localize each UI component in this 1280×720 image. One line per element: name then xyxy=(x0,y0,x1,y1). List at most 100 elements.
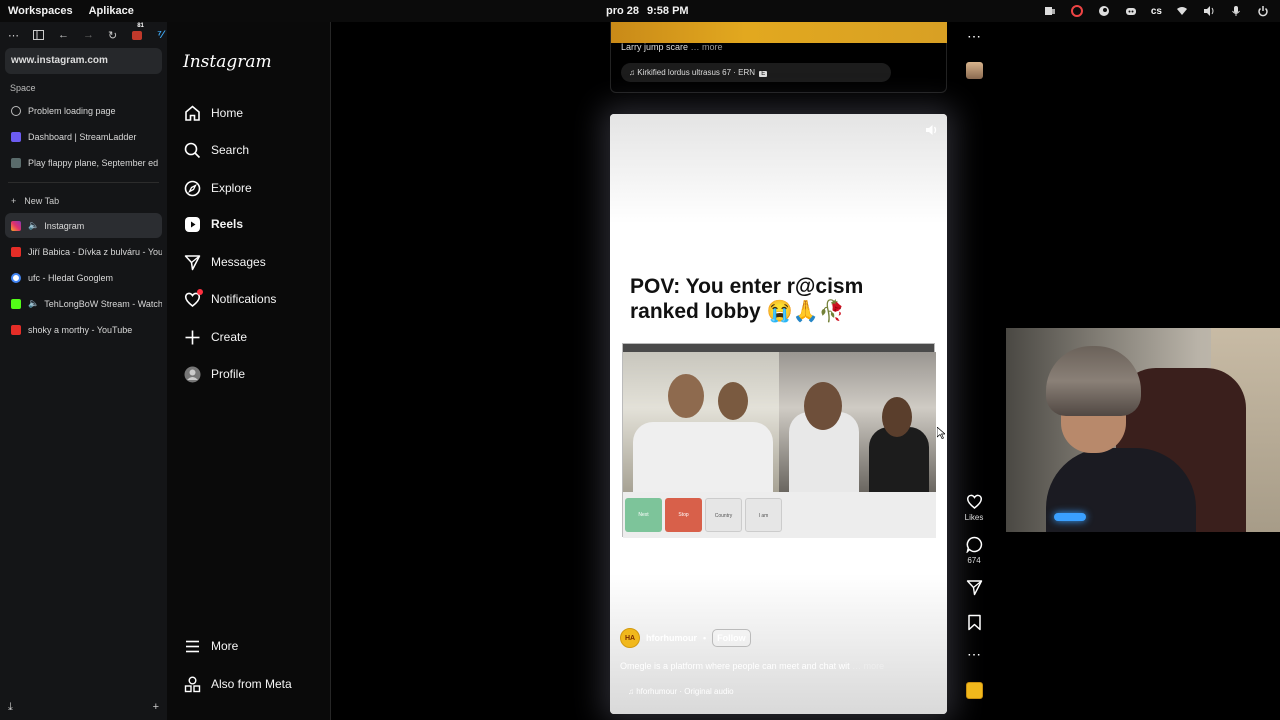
audio-thumbnail[interactable] xyxy=(966,682,983,699)
tab-google[interactable]: ufc - Hledat Googlem xyxy=(5,265,162,290)
forward-icon[interactable]: → xyxy=(83,29,94,41)
share-action[interactable] xyxy=(961,579,987,599)
steam-icon[interactable] xyxy=(1097,3,1111,19)
nav-create[interactable]: Create xyxy=(183,326,247,348)
pinned-tab[interactable]: Dashboard | StreamLadder xyxy=(5,124,162,149)
current-reel[interactable]: POV: You enter r@cism ranked lobby 😭🙏🥀 N… xyxy=(610,114,947,714)
nav-home[interactable]: Home xyxy=(183,102,243,124)
nav-label: Profile xyxy=(211,367,246,381)
url-bar[interactable]: www.instagram.com xyxy=(5,48,162,74)
speaker-icon[interactable]: 🔈 xyxy=(28,220,39,231)
tab-title: Jiří Babica - Dívka z bulváru - You xyxy=(28,246,162,257)
description-more-link[interactable]: … more xyxy=(852,661,884,671)
nav-notifications[interactable]: Notifications xyxy=(183,288,276,310)
back-icon[interactable]: ← xyxy=(58,29,69,41)
sidebar-footer: ⤓ + xyxy=(8,701,159,714)
workspaces-menu[interactable]: Workspaces xyxy=(8,5,73,17)
instagram-nav: Instagram Home Search Explore Reels Mess… xyxy=(167,22,331,720)
share-icon xyxy=(966,580,982,596)
volume-icon[interactable] xyxy=(1202,3,1216,19)
instagram-logo[interactable]: Instagram xyxy=(183,52,272,72)
previous-reel-audio[interactable]: ♫ Kirkified lordus ultrasus 67 · ERN E xyxy=(621,63,891,82)
caption-text: Larry jump scare xyxy=(621,42,689,52)
reel-audio[interactable]: ♫ hforhumour · Original audio xyxy=(628,687,734,696)
comments-count: 674 xyxy=(967,556,981,565)
caption-more-link[interactable]: … more xyxy=(691,42,723,52)
nav-search[interactable]: Search xyxy=(183,139,249,161)
comment-action[interactable]: 674 xyxy=(961,536,987,565)
tab-kick[interactable]: 🔈 TehLongBoW Stream - Watch xyxy=(5,291,162,316)
previous-reel[interactable]: Larry jump scare … more ♫ Kirkified lord… xyxy=(610,22,947,93)
clock[interactable]: pro 28 9:58 PM xyxy=(606,5,689,17)
tab-title: Instagram xyxy=(44,220,85,231)
clip-iam-button: I am xyxy=(745,498,782,532)
previous-reel-caption[interactable]: Larry jump scare … more xyxy=(621,42,723,52)
audio-label: Kirkified lordus ultrasus 67 · ERN xyxy=(637,68,756,77)
tab-youtube[interactable]: shoky a morthy - YouTube xyxy=(5,317,162,342)
home-icon xyxy=(183,104,201,122)
nav-profile[interactable]: Profile xyxy=(183,363,245,385)
like-action[interactable]: Likes xyxy=(961,493,987,522)
music-note-icon: ♫ xyxy=(629,68,638,77)
nav-also-from-meta[interactable]: Also from Meta xyxy=(183,673,292,695)
more-options-icon[interactable]: ⋯ xyxy=(967,28,981,45)
extension-icon[interactable]: ⁷⁄ xyxy=(157,29,163,41)
nav-messages[interactable]: Messages xyxy=(183,251,266,273)
opera-icon[interactable] xyxy=(1070,3,1084,19)
nav-label: Search xyxy=(211,143,250,157)
tab-instagram[interactable]: 🔈 Instagram xyxy=(5,213,162,238)
webcam-overlay xyxy=(1006,328,1280,532)
speaker-icon[interactable]: 🔈 xyxy=(28,298,39,309)
download-icon[interactable]: ⤓ xyxy=(8,701,13,714)
sidebar-toggle-icon[interactable] xyxy=(33,29,44,41)
reel-description[interactable]: Omegle is a platform where people can me… xyxy=(620,661,884,671)
youtube-icon xyxy=(11,246,21,257)
plus-icon: + xyxy=(11,196,17,206)
save-action[interactable] xyxy=(961,614,987,634)
previous-reel-video[interactable] xyxy=(611,22,947,43)
music-note-icon: ♫ xyxy=(628,687,637,696)
audio-thumbnail[interactable] xyxy=(966,62,983,79)
info-icon xyxy=(11,105,21,116)
tab-title: Dashboard | StreamLadder xyxy=(28,131,137,142)
author-username[interactable]: hforhumour xyxy=(646,633,697,643)
reel-top-shade xyxy=(610,114,947,224)
follow-button[interactable]: Follow xyxy=(712,629,751,647)
reel-video-clip[interactable]: Next Stop Country I am xyxy=(622,343,936,538)
microphone-icon[interactable] xyxy=(1229,3,1243,19)
more-options-icon: ⋯ xyxy=(967,646,981,662)
wifi-icon[interactable] xyxy=(1175,3,1189,19)
pinned-tab[interactable]: Problem loading page xyxy=(5,98,162,123)
clip-window-bar xyxy=(623,344,934,352)
nav-reels[interactable]: Reels xyxy=(183,213,243,235)
reel-overlay-title: POV: You enter r@cism ranked lobby 😭🙏🥀 xyxy=(630,275,864,323)
author-avatar[interactable]: HA xyxy=(620,628,640,648)
comment-icon xyxy=(965,536,982,553)
reload-icon[interactable]: ↻ xyxy=(108,29,117,42)
nav-label: Messages xyxy=(211,255,266,269)
kick-icon xyxy=(11,298,21,309)
applications-menu[interactable]: Aplikace xyxy=(89,5,134,17)
tab-title: Problem loading page xyxy=(28,105,116,116)
tab-youtube[interactable]: Jiří Babica - Dívka z bulváru - You xyxy=(5,239,162,264)
more-action[interactable]: ⋯ xyxy=(961,646,987,663)
clock-time: 9:58 PM xyxy=(647,5,689,17)
nav-more[interactable]: More xyxy=(183,635,238,657)
divider xyxy=(8,182,159,183)
pinned-tab[interactable]: Play flappy plane, September ed xyxy=(5,150,162,175)
clip-video-left xyxy=(623,352,779,492)
discord-icon[interactable] xyxy=(1124,3,1138,19)
teams-icon[interactable] xyxy=(1043,3,1057,19)
nav-label: Also from Meta xyxy=(211,677,292,691)
nav-label: Create xyxy=(211,330,248,344)
add-icon[interactable]: + xyxy=(153,701,159,714)
power-icon[interactable] xyxy=(1256,3,1270,19)
volume-icon[interactable] xyxy=(925,123,939,137)
nav-explore[interactable]: Explore xyxy=(183,177,252,199)
hamburger-icon xyxy=(183,637,201,655)
new-tab-button[interactable]: + New Tab xyxy=(0,190,167,212)
keyboard-layout[interactable]: cs xyxy=(1151,3,1162,19)
extension-badge-icon[interactable]: 81 xyxy=(131,23,144,41)
menu-dots-icon[interactable]: ⋯ xyxy=(8,29,19,42)
plus-icon xyxy=(183,328,201,346)
